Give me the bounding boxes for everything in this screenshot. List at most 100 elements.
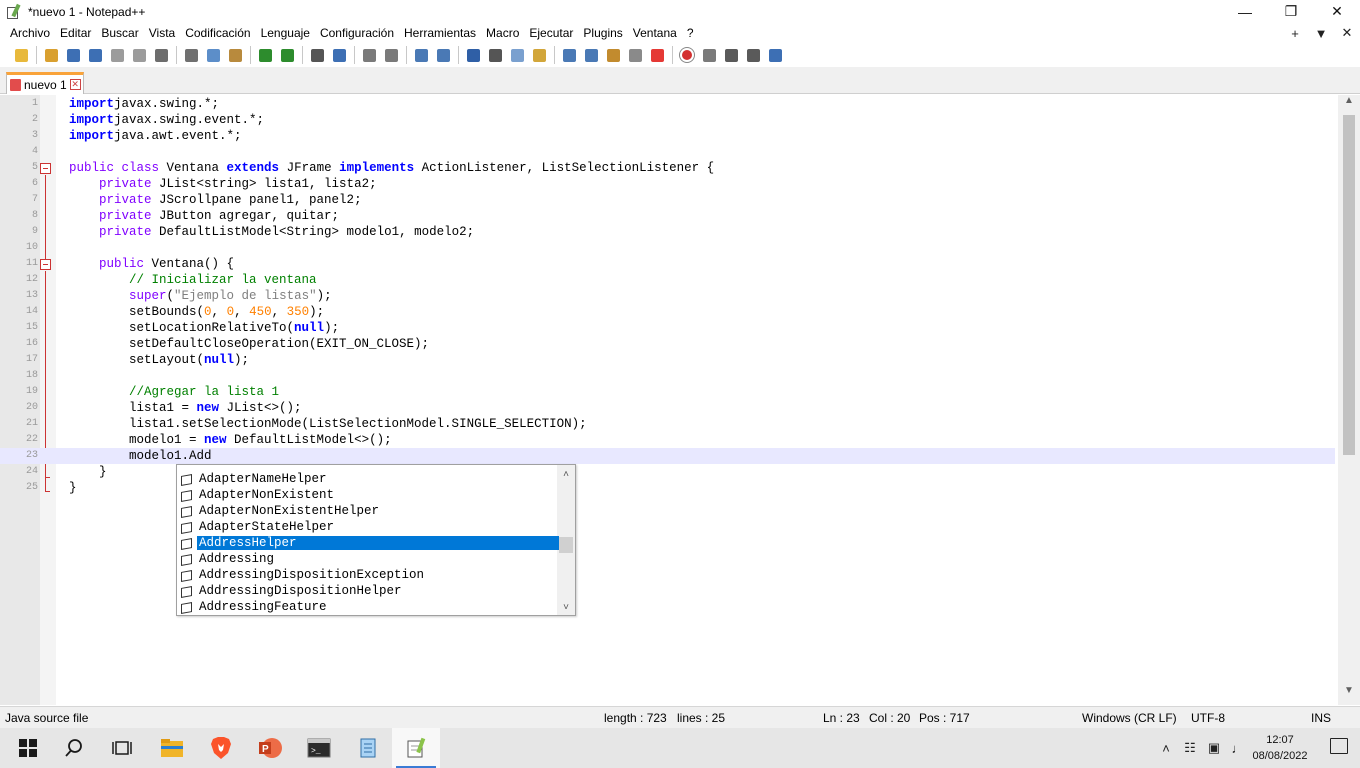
menu-item-9[interactable]: Ejecutar: [524, 26, 578, 40]
tab-nuevo-1[interactable]: nuevo 1 ✕: [6, 72, 84, 94]
terminal-app[interactable]: >_: [295, 728, 343, 768]
stop-macro-icon[interactable]: [700, 46, 718, 64]
monitoring-icon[interactable]: [648, 46, 666, 64]
redo-icon[interactable]: [278, 46, 296, 64]
menu-item-3[interactable]: Vista: [144, 26, 180, 40]
code-line[interactable]: 18: [0, 368, 1335, 384]
autocomplete-scroll-down-icon[interactable]: ˅: [557, 602, 575, 613]
minimize-button[interactable]: —: [1222, 0, 1268, 23]
doc-switcher-icon[interactable]: [626, 46, 644, 64]
editor-vertical-scrollbar[interactable]: ▲ ▼: [1338, 95, 1360, 705]
code-line[interactable]: 7 private JScrollpane panel1, panel2;: [0, 192, 1335, 208]
scroll-thumb[interactable]: [1343, 115, 1355, 455]
new-tab-menu-button[interactable]: +: [1282, 26, 1308, 41]
word-wrap-icon[interactable]: [464, 46, 482, 64]
code-line[interactable]: 3 importjava.awt.event.*;: [0, 128, 1335, 144]
code-line[interactable]: 8 private JButton agregar, quitar;: [0, 208, 1335, 224]
undo-icon[interactable]: [256, 46, 274, 64]
code-line[interactable]: 15 setLocationRelativeTo(null);: [0, 320, 1335, 336]
code-line[interactable]: 21 lista1.setSelectionMode(ListSelection…: [0, 416, 1335, 432]
autocomplete-popup[interactable]: ˄ ˅ AdapterNameHelper AdapterNonExistent A…: [176, 464, 576, 616]
menu-item-1[interactable]: Editar: [55, 26, 96, 40]
zoom-in-icon[interactable]: [360, 46, 378, 64]
code-line[interactable]: 16 setDefaultCloseOperation(EXIT_ON_CLOS…: [0, 336, 1335, 352]
code-line[interactable]: 9 private DefaultListModel<String> model…: [0, 224, 1335, 240]
save-all-icon[interactable]: [86, 46, 104, 64]
menu-item-12[interactable]: ?: [682, 26, 699, 40]
tab-list-menu-button[interactable]: ▼: [1308, 26, 1334, 41]
code-line[interactable]: 17 setLayout(null);: [0, 352, 1335, 368]
autocomplete-item[interactable]: AddressHelper: [179, 535, 559, 551]
close-doc-menu-button[interactable]: ✕: [1334, 25, 1360, 41]
menu-item-5[interactable]: Lenguaje: [256, 26, 315, 40]
function-list-icon[interactable]: [582, 46, 600, 64]
udl-icon[interactable]: [530, 46, 548, 64]
menu-item-11[interactable]: Ventana: [628, 26, 682, 40]
code-line[interactable]: 10: [0, 240, 1335, 256]
code-line[interactable]: 23 modelo1.Add: [0, 448, 1335, 464]
open-file-icon[interactable]: [42, 46, 60, 64]
autocomplete-item[interactable]: AdapterStateHelper: [179, 519, 559, 535]
save-macro-icon[interactable]: [766, 46, 784, 64]
run-macro-multiple-icon[interactable]: [744, 46, 762, 64]
menu-item-8[interactable]: Macro: [481, 26, 524, 40]
menu-item-6[interactable]: Configuración: [315, 26, 399, 40]
notepad-app[interactable]: [344, 728, 392, 768]
zoom-out-icon[interactable]: [382, 46, 400, 64]
start-button[interactable]: [4, 728, 52, 768]
code-line[interactable]: 2 importjavax.swing.event.*;: [0, 112, 1335, 128]
status-encoding[interactable]: UTF-8: [1191, 711, 1225, 725]
file-explorer-app[interactable]: [148, 728, 196, 768]
powerpoint-app[interactable]: P: [246, 728, 294, 768]
code-line[interactable]: 1 importjavax.swing.*;: [0, 96, 1335, 112]
menu-item-4[interactable]: Codificación: [180, 26, 255, 40]
autocomplete-item[interactable]: AddressingFeature: [179, 599, 559, 615]
indent-guide-icon[interactable]: [508, 46, 526, 64]
code-line[interactable]: 6 private JList<string> lista1, lista2;: [0, 176, 1335, 192]
sync-vertical-icon[interactable]: [412, 46, 430, 64]
code-line[interactable]: 13 super("Ejemplo de listas");: [0, 288, 1335, 304]
autocomplete-item[interactable]: AddressingDispositionHelper: [179, 583, 559, 599]
brave-browser-app[interactable]: [197, 728, 245, 768]
close-window-button[interactable]: ✕: [1314, 0, 1360, 23]
task-view-button[interactable]: [98, 728, 146, 768]
scroll-down-icon[interactable]: ▼: [1338, 685, 1360, 701]
code-line[interactable]: 4: [0, 144, 1335, 160]
new-file-icon[interactable]: [12, 46, 30, 64]
code-line[interactable]: 22 modelo1 = new DefaultListModel<>();: [0, 432, 1335, 448]
menu-item-10[interactable]: Plugins: [578, 26, 627, 40]
network-icon[interactable]: ☷: [1178, 740, 1202, 756]
folder-workspace-icon[interactable]: [604, 46, 622, 64]
show-hidden-icons-icon[interactable]: ˄: [1154, 741, 1178, 756]
maximize-button[interactable]: ❐: [1268, 0, 1314, 23]
autocomplete-item[interactable]: AddressingDispositionException: [179, 567, 559, 583]
code-line[interactable]: 12 // Inicializar la ventana: [0, 272, 1335, 288]
save-icon[interactable]: [64, 46, 82, 64]
notification-center-icon[interactable]: [1330, 738, 1348, 754]
autocomplete-scrollbar[interactable]: ˄ ˅: [557, 465, 575, 615]
autocomplete-item[interactable]: AdapterNonExistent: [179, 487, 559, 503]
show-all-chars-icon[interactable]: [486, 46, 504, 64]
copy-icon[interactable]: [204, 46, 222, 64]
find-icon[interactable]: [308, 46, 326, 64]
cut-icon[interactable]: [182, 46, 200, 64]
status-eol[interactable]: Windows (CR LF): [1082, 711, 1177, 725]
code-line[interactable]: 5 public class Ventana extends JFrame imp…: [0, 160, 1335, 176]
search-button[interactable]: [50, 728, 98, 768]
close-all-icon[interactable]: [130, 46, 148, 64]
record-macro-icon[interactable]: [678, 46, 696, 64]
print-icon[interactable]: [152, 46, 170, 64]
doc-map-icon[interactable]: [560, 46, 578, 64]
paste-icon[interactable]: [226, 46, 244, 64]
system-clock[interactable]: 12:07 08/08/2022: [1250, 732, 1310, 764]
autocomplete-item[interactable]: Addressing: [179, 551, 559, 567]
autocomplete-scroll-thumb[interactable]: [559, 537, 573, 553]
code-line[interactable]: 11 public Ventana() {: [0, 256, 1335, 272]
notepadpp-app[interactable]: [392, 728, 440, 768]
battery-icon[interactable]: ▣: [1202, 740, 1226, 756]
volume-icon[interactable]: ♩: [1226, 741, 1250, 756]
menu-item-0[interactable]: Archivo: [0, 26, 55, 40]
menu-item-7[interactable]: Herramientas: [399, 26, 481, 40]
autocomplete-item[interactable]: AdapterNonExistentHelper: [179, 503, 559, 519]
code-line[interactable]: 20 lista1 = new JList<>();: [0, 400, 1335, 416]
